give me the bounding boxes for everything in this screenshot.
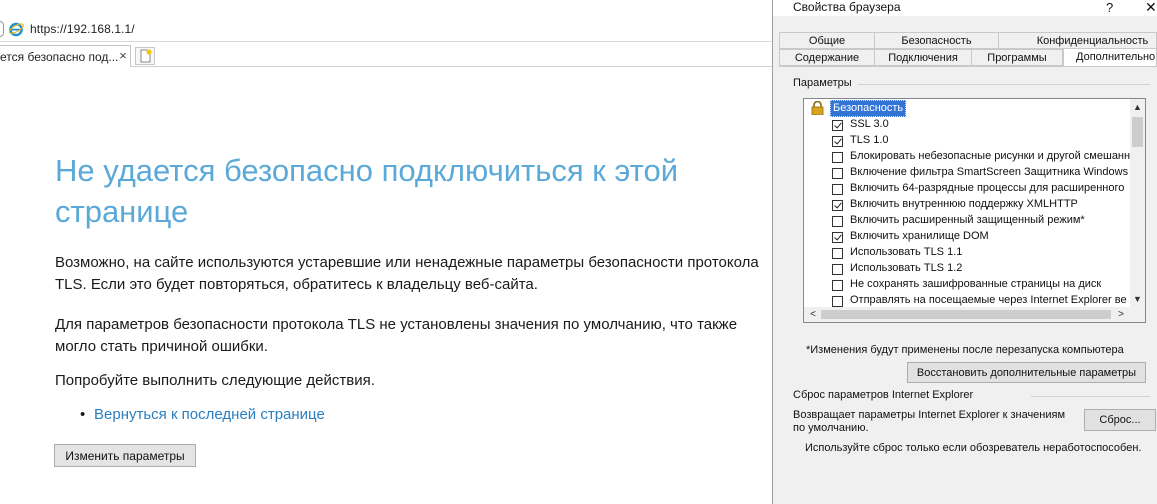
- tab-content[interactable]: Содержание: [779, 49, 875, 66]
- horizontal-scroll-thumb[interactable]: [821, 310, 1111, 319]
- checkbox-checked[interactable]: [832, 136, 843, 147]
- setting-row[interactable]: Включить 64-разрядные процессы для расши…: [804, 181, 1130, 197]
- settings-group-label: Параметры: [793, 77, 852, 89]
- setting-label[interactable]: SSL 3.0: [850, 118, 889, 130]
- new-tab-button[interactable]: [135, 47, 155, 65]
- setting-label[interactable]: Включить расширенный защищенный режим*: [850, 214, 1085, 226]
- checkbox-unchecked[interactable]: [832, 216, 843, 227]
- restart-note: *Изменения будут применены после перезап…: [806, 344, 1124, 356]
- reset-section-line: [1031, 396, 1150, 397]
- settings-group-line: [858, 84, 1150, 85]
- setting-label[interactable]: Использовать TLS 1.1: [850, 246, 962, 258]
- tab-strip-divider: [130, 66, 772, 67]
- setting-row[interactable]: Включить хранилище DOM: [804, 229, 1130, 245]
- url-text[interactable]: https://192.168.1.1/: [30, 22, 135, 36]
- setting-label[interactable]: Использовать TLS 1.2: [850, 262, 962, 274]
- tab-panel-border: [779, 66, 1157, 67]
- reset-description: Возвращает параметры Internet Explorer к…: [793, 409, 1066, 434]
- internet-explorer-icon: [8, 22, 24, 37]
- checkbox-unchecked[interactable]: [832, 248, 843, 259]
- setting-row[interactable]: SSL 3.0: [804, 117, 1130, 133]
- checkbox-unchecked[interactable]: [832, 168, 843, 179]
- dialog-title: Свойства браузера: [793, 0, 901, 14]
- checkbox-unchecked[interactable]: [832, 296, 843, 307]
- tab-connections[interactable]: Подключения: [874, 49, 972, 66]
- close-button[interactable]: ✕: [1145, 0, 1157, 16]
- setting-label[interactable]: Включить хранилище DOM: [850, 230, 989, 242]
- new-tab-icon: [140, 49, 152, 63]
- setting-label[interactable]: TLS 1.0: [850, 134, 889, 146]
- tab-security[interactable]: Безопасность: [874, 32, 999, 49]
- checkbox-checked[interactable]: [832, 200, 843, 211]
- vertical-scroll-thumb[interactable]: [1132, 117, 1143, 147]
- scroll-right-arrow-icon[interactable]: >: [1114, 307, 1128, 322]
- browser-window: https://192.168.1.1/ ется безопасно под.…: [0, 0, 772, 504]
- lock-icon: [811, 101, 824, 115]
- tab-general[interactable]: Общие: [779, 32, 875, 49]
- setting-label[interactable]: Включить внутреннюю поддержку XMLHTTP: [850, 198, 1078, 210]
- setting-row[interactable]: Включить внутреннюю поддержку XMLHTTP: [804, 197, 1130, 213]
- scroll-left-arrow-icon[interactable]: <: [806, 307, 820, 322]
- error-paragraph-2: Для параметров безопасности протокола TL…: [55, 316, 738, 355]
- tab-close-icon[interactable]: ×: [117, 48, 129, 63]
- change-settings-button[interactable]: Изменить параметры: [54, 444, 196, 467]
- setting-row[interactable]: Использовать TLS 1.1: [804, 245, 1130, 261]
- checkbox-unchecked[interactable]: [832, 264, 843, 275]
- reset-warning: Используйте сброс только если обозревате…: [805, 442, 1142, 454]
- browser-tab-title[interactable]: ется безопасно под...: [0, 50, 118, 64]
- internet-options-dialog: Свойства браузера ? ✕ Общие Безопасность…: [773, 0, 1157, 504]
- setting-row[interactable]: Не сохранять зашифрованные страницы на д…: [804, 277, 1130, 293]
- checkbox-checked[interactable]: [832, 120, 843, 131]
- back-button-edge[interactable]: [0, 21, 4, 37]
- scroll-up-arrow-icon[interactable]: ▲: [1130, 99, 1145, 115]
- settings-list-items: Безопасность SSL 3.0 TLS 1.0 Блокировать н…: [804, 99, 1130, 322]
- setting-label[interactable]: Включить 64-разрядные процессы для расши…: [850, 182, 1124, 194]
- error-paragraph-1: Возможно, на сайте используются устаревш…: [55, 254, 759, 293]
- error-paragraph-3: Попробуйте выполнить следующие действия.: [55, 372, 375, 389]
- horizontal-scrollbar[interactable]: < >: [804, 307, 1145, 322]
- tab-advanced[interactable]: Дополнительно: [1063, 48, 1157, 67]
- help-button[interactable]: ?: [1106, 0, 1113, 15]
- settings-list[interactable]: Безопасность SSL 3.0 TLS 1.0 Блокировать н…: [803, 98, 1146, 323]
- setting-label[interactable]: Отправлять на посещаемые через Internet …: [850, 294, 1127, 306]
- setting-row[interactable]: Включить расширенный защищенный режим*: [804, 213, 1130, 229]
- category-label-security[interactable]: Безопасность: [830, 100, 907, 117]
- setting-label[interactable]: Включение фильтра SmartScreen Защитника …: [850, 166, 1128, 178]
- bullet: •: [80, 406, 86, 423]
- setting-row[interactable]: Блокировать небезопасные рисунки и друго…: [804, 149, 1130, 165]
- reset-section-label: Сброс параметров Internet Explorer: [793, 389, 974, 401]
- tab-programs[interactable]: Программы: [971, 49, 1063, 66]
- setting-label[interactable]: Блокировать небезопасные рисунки и друго…: [850, 150, 1130, 162]
- vertical-scrollbar[interactable]: ▲ ▼: [1130, 99, 1145, 307]
- go-back-link[interactable]: Вернуться к последней странице: [94, 406, 325, 423]
- category-row[interactable]: Безопасность: [804, 100, 1130, 117]
- setting-row[interactable]: TLS 1.0: [804, 133, 1130, 149]
- checkbox-unchecked[interactable]: [832, 280, 843, 291]
- reset-button[interactable]: Сброс...: [1084, 409, 1156, 431]
- restore-advanced-settings-button[interactable]: Восстановить дополнительные параметры: [907, 362, 1146, 383]
- setting-label[interactable]: Не сохранять зашифрованные страницы на д…: [850, 278, 1101, 290]
- checkbox-checked[interactable]: [832, 232, 843, 243]
- setting-row[interactable]: Включение фильтра SmartScreen Защитника …: [804, 165, 1130, 181]
- setting-row[interactable]: Использовать TLS 1.2: [804, 261, 1130, 277]
- tab-privacy[interactable]: Конфиденциальность: [998, 32, 1157, 49]
- checkbox-unchecked[interactable]: [832, 184, 843, 195]
- checkbox-unchecked[interactable]: [832, 152, 843, 163]
- scroll-down-arrow-icon[interactable]: ▼: [1130, 291, 1145, 307]
- error-title: Не удается безопасно подключиться к этой…: [55, 153, 679, 229]
